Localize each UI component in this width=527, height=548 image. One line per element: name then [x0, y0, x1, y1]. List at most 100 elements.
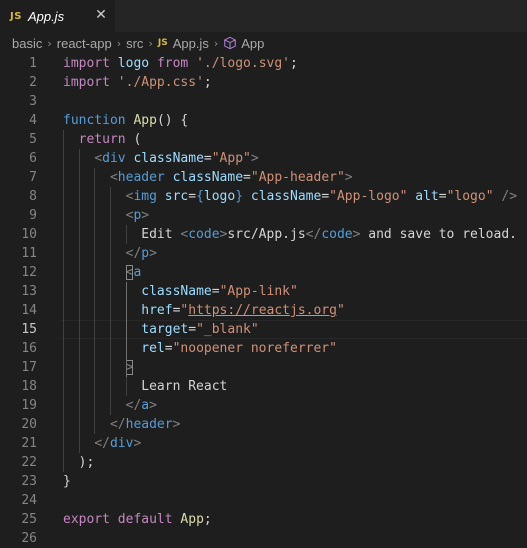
code-editor[interactable]: 1 import logo from './logo.svg'; 2 import '…: [0, 54, 527, 546]
code-token: </: [94, 436, 110, 451]
code-token: >: [250, 151, 259, 166]
code-token: </: [125, 246, 142, 261]
code-line[interactable]: 4 function App() {: [0, 111, 527, 130]
code-text: <header className="App-header">: [63, 168, 353, 187]
code-line[interactable]: 5 return (: [0, 130, 527, 149]
code-text: <img src={logo} className="App-logo" alt…: [63, 187, 517, 206]
indent-guide: [79, 149, 80, 453]
line-number: 12: [21, 265, 37, 280]
code-token: div: [109, 436, 134, 451]
code-token: return: [78, 132, 126, 147]
indent-guide: [94, 168, 95, 434]
code-token: code: [321, 227, 353, 242]
code-line[interactable]: 24: [0, 491, 527, 510]
line-number: 20: [21, 417, 37, 432]
code-token: </: [305, 227, 322, 242]
code-token: Learn React: [63, 379, 228, 394]
code-token: =: [203, 151, 212, 166]
tab-app-js[interactable]: JS App.js ✕: [0, 0, 115, 32]
breadcrumb: basic › react-app › src › JS App.js › Ap…: [0, 32, 527, 54]
code-token: ": [336, 303, 345, 318]
code-token: logo: [117, 56, 150, 71]
code-token: className: [133, 151, 204, 166]
line-number: 24: [21, 493, 37, 508]
code-token: https://reactjs.org: [188, 303, 337, 318]
code-token: src: [164, 189, 189, 204]
line-number: 2: [29, 75, 37, 90]
code-line[interactable]: 23}: [0, 472, 527, 491]
code-line[interactable]: 25 export default App;: [0, 510, 527, 529]
breadcrumb-item-file[interactable]: App.js: [173, 36, 209, 51]
breadcrumb-item-src[interactable]: src: [126, 36, 143, 51]
line-number: 10: [21, 227, 37, 242]
code-text: </div>: [63, 434, 141, 453]
line-number: 25: [21, 512, 37, 527]
code-text: import './App.css';: [63, 73, 212, 92]
chevron-right-icon: ›: [213, 36, 219, 50]
code-token: </: [109, 417, 126, 432]
line-number: 14: [21, 303, 37, 318]
code-token: "_blank": [196, 322, 259, 337]
code-line[interactable]: 1 import logo from './logo.svg';: [0, 54, 527, 73]
code-text: target="_blank": [63, 320, 259, 339]
line-number: 21: [21, 436, 37, 451]
code-token: Edit: [63, 227, 181, 242]
code-token: (: [125, 132, 142, 147]
code-token: >: [149, 398, 157, 413]
code-token: />: [501, 189, 518, 204]
code-text: <div className="App">: [63, 149, 259, 168]
code-text: import logo from './logo.svg';: [63, 54, 298, 73]
breadcrumb-item-symbol[interactable]: App: [241, 36, 264, 51]
code-token: "App-link": [219, 284, 298, 299]
code-token: <: [109, 170, 118, 185]
code-token: =: [188, 322, 197, 337]
indent-guide: [126, 282, 127, 377]
code-token: header: [125, 417, 173, 432]
code-token: =: [321, 189, 330, 204]
code-token: >: [133, 436, 142, 451]
code-token: href: [141, 303, 173, 318]
code-token: src/App.js: [227, 227, 306, 242]
code-token: img: [133, 189, 157, 204]
line-number: 4: [29, 113, 37, 128]
code-text: Learn React: [63, 377, 227, 396]
code-token: <: [94, 151, 103, 166]
code-token: ;: [203, 75, 212, 90]
code-text: >: [63, 358, 134, 377]
code-token: and save to reload.: [360, 227, 517, 242]
code-token: alt: [415, 189, 439, 204]
line-number: 6: [29, 151, 37, 166]
chevron-right-icon: ›: [148, 36, 153, 50]
code-token: =: [188, 189, 197, 204]
code-token: function: [63, 113, 126, 128]
code-line[interactable]: 2 import './App.css';: [0, 73, 527, 92]
code-line[interactable]: 3: [0, 92, 527, 111]
code-token: className: [141, 284, 212, 299]
code-token: =: [243, 170, 251, 185]
close-icon[interactable]: ✕: [93, 7, 109, 23]
code-token: className: [172, 170, 244, 185]
code-token: from: [156, 56, 189, 71]
code-token: rel: [141, 341, 165, 356]
code-token: './App.css': [117, 75, 204, 90]
breadcrumb-item-react-app[interactable]: react-app: [57, 36, 112, 51]
line-number: 5: [29, 132, 37, 147]
code-token: =: [211, 284, 220, 299]
code-token: >: [149, 246, 157, 261]
code-token: export: [63, 512, 110, 527]
javascript-file-icon: JS: [157, 38, 168, 48]
code-line[interactable]: 22 );: [0, 453, 527, 472]
breadcrumb-item-basic[interactable]: basic: [12, 36, 42, 51]
line-number: 3: [29, 94, 37, 109]
code-token: }: [235, 189, 244, 204]
line-number: 9: [29, 208, 37, 223]
code-token: div: [102, 151, 126, 166]
